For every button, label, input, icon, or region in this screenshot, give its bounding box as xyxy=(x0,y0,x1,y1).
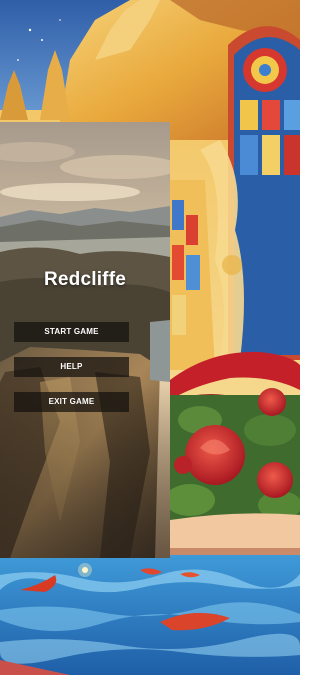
game-title: Redcliffe xyxy=(43,269,127,290)
main-menu-panel: Redcliffe START GAME HELP EXIT GAME xyxy=(0,122,170,558)
help-button[interactable]: HELP xyxy=(14,357,129,377)
exit-game-button[interactable]: EXIT GAME xyxy=(14,392,129,412)
start-game-button[interactable]: START GAME xyxy=(14,322,129,342)
game-screen: Redcliffe START GAME HELP EXIT GAME xyxy=(0,0,300,675)
